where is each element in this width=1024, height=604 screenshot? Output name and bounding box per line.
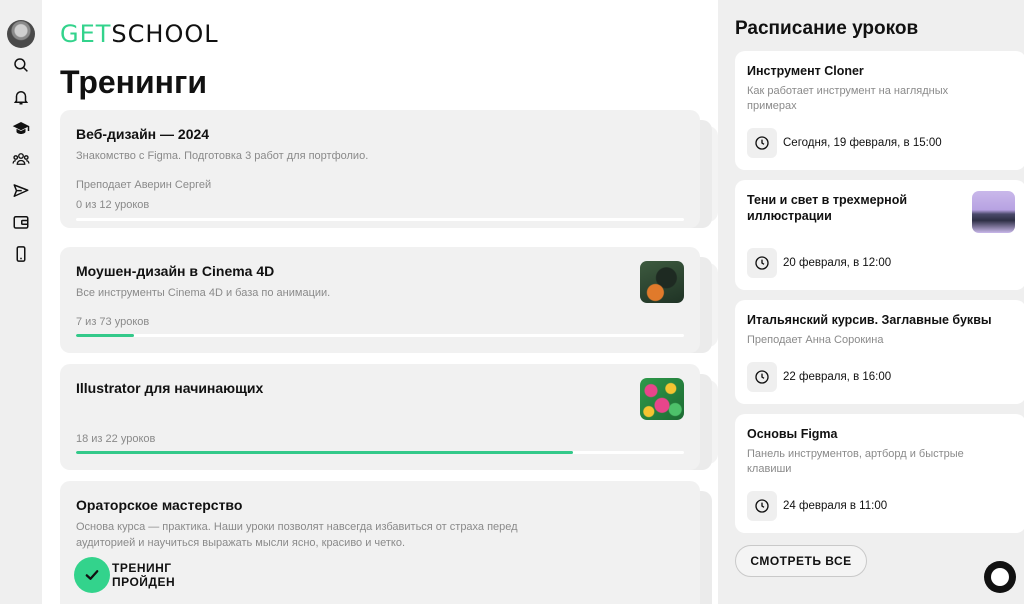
- lesson-subtitle-line: Преподает Анна Сорокина: [747, 334, 884, 346]
- getschool-logo[interactable]: GETSCHOOL: [60, 20, 219, 48]
- lesson-time: 20 февраля, в 12:00: [747, 248, 891, 278]
- lesson-subtitle-line: Как работает инструмент на наглядных: [747, 85, 949, 97]
- clock-icon: [747, 491, 777, 521]
- lesson-title-line: иллюстрации: [747, 209, 832, 223]
- search-icon[interactable]: [11, 55, 31, 75]
- training-progress-bar: [76, 451, 684, 454]
- training-title: Ораторское мастерство: [76, 497, 243, 513]
- lesson-time: Сегодня, 19 февраля, в 15:00: [747, 128, 942, 158]
- training-card-stack: Моушен-дизайн в Cinema 4D Все инструмент…: [60, 247, 718, 357]
- lesson-card[interactable]: Инструмент Cloner Как работает инструмен…: [735, 51, 1024, 170]
- lesson-datetime: Сегодня, 19 февраля, в 15:00: [783, 137, 942, 149]
- chat-bubble-icon: [991, 568, 1009, 586]
- training-description-line: Основа курса — практика. Наши уроки позв…: [76, 521, 518, 533]
- training-progress-bar: [76, 334, 684, 337]
- training-card[interactable]: Веб-дизайн — 2024 Знакомство с Figma. По…: [60, 110, 700, 228]
- lesson-title: Итальянский курсив. Заглавные буквы: [747, 313, 992, 327]
- 3d-illustration-thumbnail: [972, 191, 1015, 233]
- training-card-stack: Ораторское мастерство Основа курса — пра…: [60, 481, 712, 604]
- lesson-time: 24 февраля в 11:00: [747, 491, 887, 521]
- users-icon[interactable]: [11, 149, 31, 169]
- training-description-line: аудиторией и научиться выражать мысли яс…: [76, 537, 406, 549]
- training-progress-text: 7 из 73 уроков: [76, 316, 150, 328]
- badge-text: ТРЕНИНГ ПРОЙДЕН: [112, 561, 175, 589]
- phone-icon[interactable]: [11, 244, 31, 264]
- clock-icon: [747, 128, 777, 158]
- chat-button[interactable]: [984, 561, 1016, 593]
- progress-fill: [76, 334, 135, 337]
- main-content: GETSCHOOL Тренинги Веб-дизайн — 2024 Зна…: [42, 0, 718, 604]
- training-card[interactable]: Illustrator для начинающих 18 из 22 урок…: [60, 364, 700, 470]
- schedule-title: Расписание уроков: [735, 18, 919, 39]
- lesson-title: Основы Figma: [747, 427, 838, 441]
- schedule-panel: Расписание уроков Инструмент Cloner Как …: [718, 0, 1024, 604]
- training-completed-badge: ТРЕНИНГ ПРОЙДЕН: [76, 559, 175, 591]
- clock-icon: [747, 248, 777, 278]
- cinema-4d-thumbnail: [640, 261, 684, 303]
- lesson-title: Инструмент Cloner: [747, 64, 864, 78]
- wallet-icon[interactable]: [11, 212, 31, 232]
- progress-fill: [76, 451, 574, 454]
- training-title: Веб-дизайн — 2024: [76, 126, 210, 142]
- training-card[interactable]: Моушен-дизайн в Cinema 4D Все инструмент…: [60, 247, 700, 353]
- lesson-card[interactable]: Итальянский курсив. Заглавные буквы Преп…: [735, 300, 1024, 404]
- graduation-cap-icon[interactable]: [11, 118, 31, 138]
- bell-icon[interactable]: [11, 87, 31, 107]
- page-title: Тренинги: [60, 64, 207, 100]
- training-description: Знакомство с Figma. Подготовка 3 работ д…: [76, 150, 369, 162]
- lesson-card[interactable]: Тени и свет в трехмерной иллюстрации 20 …: [735, 180, 1024, 290]
- training-title: Illustrator для начинающих: [76, 380, 264, 396]
- checkmark-seal-icon: [76, 559, 108, 591]
- lesson-card[interactable]: Основы Figma Панель инструментов, артбор…: [735, 414, 1024, 533]
- sidebar: [0, 0, 42, 604]
- lesson-datetime: 24 февраля в 11:00: [783, 500, 888, 512]
- training-progress-text: 18 из 22 уроков: [76, 433, 156, 445]
- lesson-time: 22 февраля, в 16:00: [747, 362, 891, 392]
- avatar[interactable]: [7, 20, 35, 48]
- lesson-subtitle-line: примерах: [747, 100, 797, 112]
- logo-school-text: SCHOOL: [111, 20, 219, 48]
- send-icon[interactable]: [11, 181, 31, 201]
- lesson-title-line: Тени и свет в трехмерной: [747, 193, 908, 207]
- illustrator-thumbnail: [640, 378, 684, 420]
- see-all-button[interactable]: СМОТРЕТЬ ВСЕ: [735, 545, 867, 577]
- training-progress-bar: [76, 218, 684, 221]
- badge-text-line: ПРОЙДЕН: [112, 575, 176, 589]
- training-card[interactable]: Ораторское мастерство Основа курса — пра…: [60, 481, 700, 604]
- training-teacher: Преподает Аверин Сергей: [76, 179, 212, 191]
- lesson-subtitle-line: Панель инструментов, артборд и быстрые: [747, 448, 964, 460]
- clock-icon: [747, 362, 777, 392]
- training-card-stack: Illustrator для начинающих 18 из 22 урок…: [60, 364, 718, 474]
- training-card-stack: Веб-дизайн — 2024 Знакомство с Figma. По…: [60, 110, 718, 232]
- logo-get-text: GET: [60, 20, 112, 48]
- lesson-datetime: 22 февраля, в 16:00: [783, 371, 892, 383]
- training-progress-text: 0 из 12 уроков: [76, 199, 150, 211]
- lesson-subtitle-line: клавиши: [747, 463, 792, 475]
- training-title: Моушен-дизайн в Cinema 4D: [76, 263, 275, 279]
- lesson-datetime: 20 февраля, в 12:00: [783, 257, 892, 269]
- training-description: Все инструменты Cinema 4D и база по аним…: [76, 287, 331, 299]
- badge-text-line: ТРЕНИНГ: [112, 561, 172, 575]
